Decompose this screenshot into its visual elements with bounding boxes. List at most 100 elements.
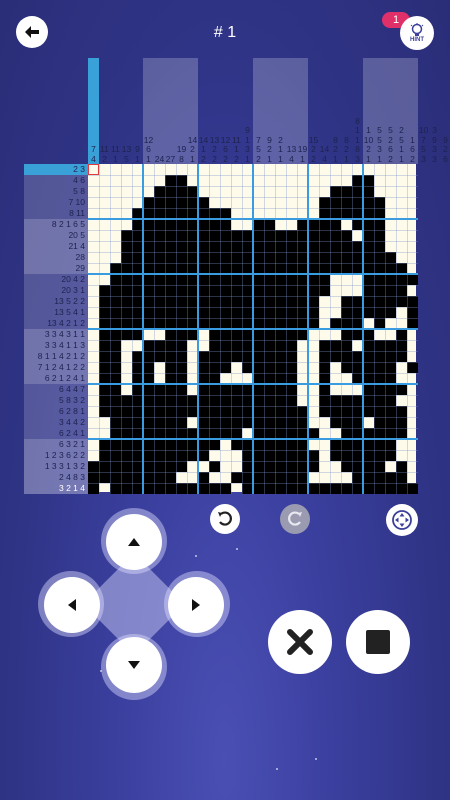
grid-cell[interactable] (231, 351, 242, 362)
grid-cell[interactable] (286, 274, 297, 285)
grid-cell[interactable] (99, 417, 110, 428)
grid-cell[interactable] (286, 373, 297, 384)
grid-cell[interactable] (220, 373, 231, 384)
grid-cell[interactable] (165, 439, 176, 450)
grid-cell[interactable] (275, 340, 286, 351)
grid-cell[interactable] (319, 362, 330, 373)
grid-cell[interactable] (363, 296, 374, 307)
grid-cell[interactable] (275, 362, 286, 373)
grid-cell[interactable] (286, 329, 297, 340)
grid-cell[interactable] (286, 340, 297, 351)
grid-cell[interactable] (407, 219, 418, 230)
grid-cell[interactable] (385, 373, 396, 384)
grid-cell[interactable] (209, 340, 220, 351)
grid-cell[interactable] (396, 285, 407, 296)
grid-cell[interactable] (352, 483, 363, 494)
grid-cell[interactable] (253, 329, 264, 340)
grid-cell[interactable] (297, 461, 308, 472)
grid-cell[interactable] (220, 439, 231, 450)
grid-cell[interactable] (209, 395, 220, 406)
grid-cell[interactable] (242, 296, 253, 307)
grid-cell[interactable] (176, 384, 187, 395)
grid-cell[interactable] (121, 395, 132, 406)
grid-cell[interactable] (242, 329, 253, 340)
grid-cell[interactable] (385, 351, 396, 362)
grid-cell[interactable] (132, 428, 143, 439)
grid-cell[interactable] (242, 186, 253, 197)
grid-cell[interactable] (363, 175, 374, 186)
grid-cell[interactable] (319, 186, 330, 197)
grid-cell[interactable] (374, 450, 385, 461)
grid-cell[interactable] (220, 263, 231, 274)
grid-cell[interactable] (374, 439, 385, 450)
grid-cell[interactable] (352, 241, 363, 252)
grid-cell[interactable] (352, 285, 363, 296)
grid-cell[interactable] (99, 461, 110, 472)
grid-cell[interactable] (132, 175, 143, 186)
grid-cell[interactable] (363, 461, 374, 472)
grid-cell[interactable] (132, 395, 143, 406)
grid-cell[interactable] (341, 197, 352, 208)
grid-cell[interactable] (231, 197, 242, 208)
grid-cell[interactable] (253, 208, 264, 219)
grid-cell[interactable] (330, 373, 341, 384)
grid-cell[interactable] (407, 417, 418, 428)
grid-cell[interactable] (242, 318, 253, 329)
grid-cell[interactable] (341, 307, 352, 318)
grid-cell[interactable] (352, 318, 363, 329)
grid-cell[interactable] (385, 208, 396, 219)
grid-cell[interactable] (110, 439, 121, 450)
grid-cell[interactable] (132, 439, 143, 450)
grid-cell[interactable] (286, 263, 297, 274)
grid-cell[interactable] (132, 340, 143, 351)
grid-cell[interactable] (308, 340, 319, 351)
grid-cell[interactable] (231, 241, 242, 252)
grid-cell[interactable] (176, 340, 187, 351)
grid-cell[interactable] (264, 439, 275, 450)
grid-cell[interactable] (143, 373, 154, 384)
grid-cell[interactable] (330, 175, 341, 186)
grid-cell[interactable] (99, 329, 110, 340)
grid-cell[interactable] (132, 241, 143, 252)
grid-cell[interactable] (275, 175, 286, 186)
grid-cell[interactable] (198, 285, 209, 296)
grid-cell[interactable] (187, 384, 198, 395)
grid-cell[interactable] (319, 307, 330, 318)
grid-cell[interactable] (385, 230, 396, 241)
fill-cell-button[interactable] (346, 610, 410, 674)
grid-cell[interactable] (275, 263, 286, 274)
grid-cell[interactable] (165, 450, 176, 461)
grid-cell[interactable] (319, 175, 330, 186)
grid-cell[interactable] (374, 384, 385, 395)
grid-cell[interactable] (275, 450, 286, 461)
grid-cell[interactable] (396, 395, 407, 406)
grid-cell[interactable] (407, 450, 418, 461)
grid-cell[interactable] (143, 208, 154, 219)
grid-cell[interactable] (209, 230, 220, 241)
grid-cell[interactable] (88, 186, 99, 197)
grid-cell[interactable] (198, 230, 209, 241)
grid-cell[interactable] (385, 164, 396, 175)
grid-cell[interactable] (143, 318, 154, 329)
grid-cell[interactable] (187, 428, 198, 439)
grid-cell[interactable] (154, 329, 165, 340)
grid-cell[interactable] (88, 208, 99, 219)
mark-cross-button[interactable] (268, 610, 332, 674)
grid-cell[interactable] (407, 406, 418, 417)
grid-cell[interactable] (253, 307, 264, 318)
grid-cell[interactable] (330, 351, 341, 362)
grid-cell[interactable] (385, 329, 396, 340)
grid-cell[interactable] (110, 307, 121, 318)
grid-cell[interactable] (396, 406, 407, 417)
grid-cell[interactable] (330, 340, 341, 351)
grid-cell[interactable] (132, 186, 143, 197)
grid-cell[interactable] (308, 219, 319, 230)
grid-cell[interactable] (319, 164, 330, 175)
grid-cell[interactable] (407, 252, 418, 263)
dpad-up-button[interactable] (106, 514, 162, 570)
grid-cell[interactable] (319, 197, 330, 208)
grid-cell[interactable] (88, 428, 99, 439)
grid-cell[interactable] (352, 384, 363, 395)
grid-cell[interactable] (121, 252, 132, 263)
grid-cell[interactable] (198, 219, 209, 230)
